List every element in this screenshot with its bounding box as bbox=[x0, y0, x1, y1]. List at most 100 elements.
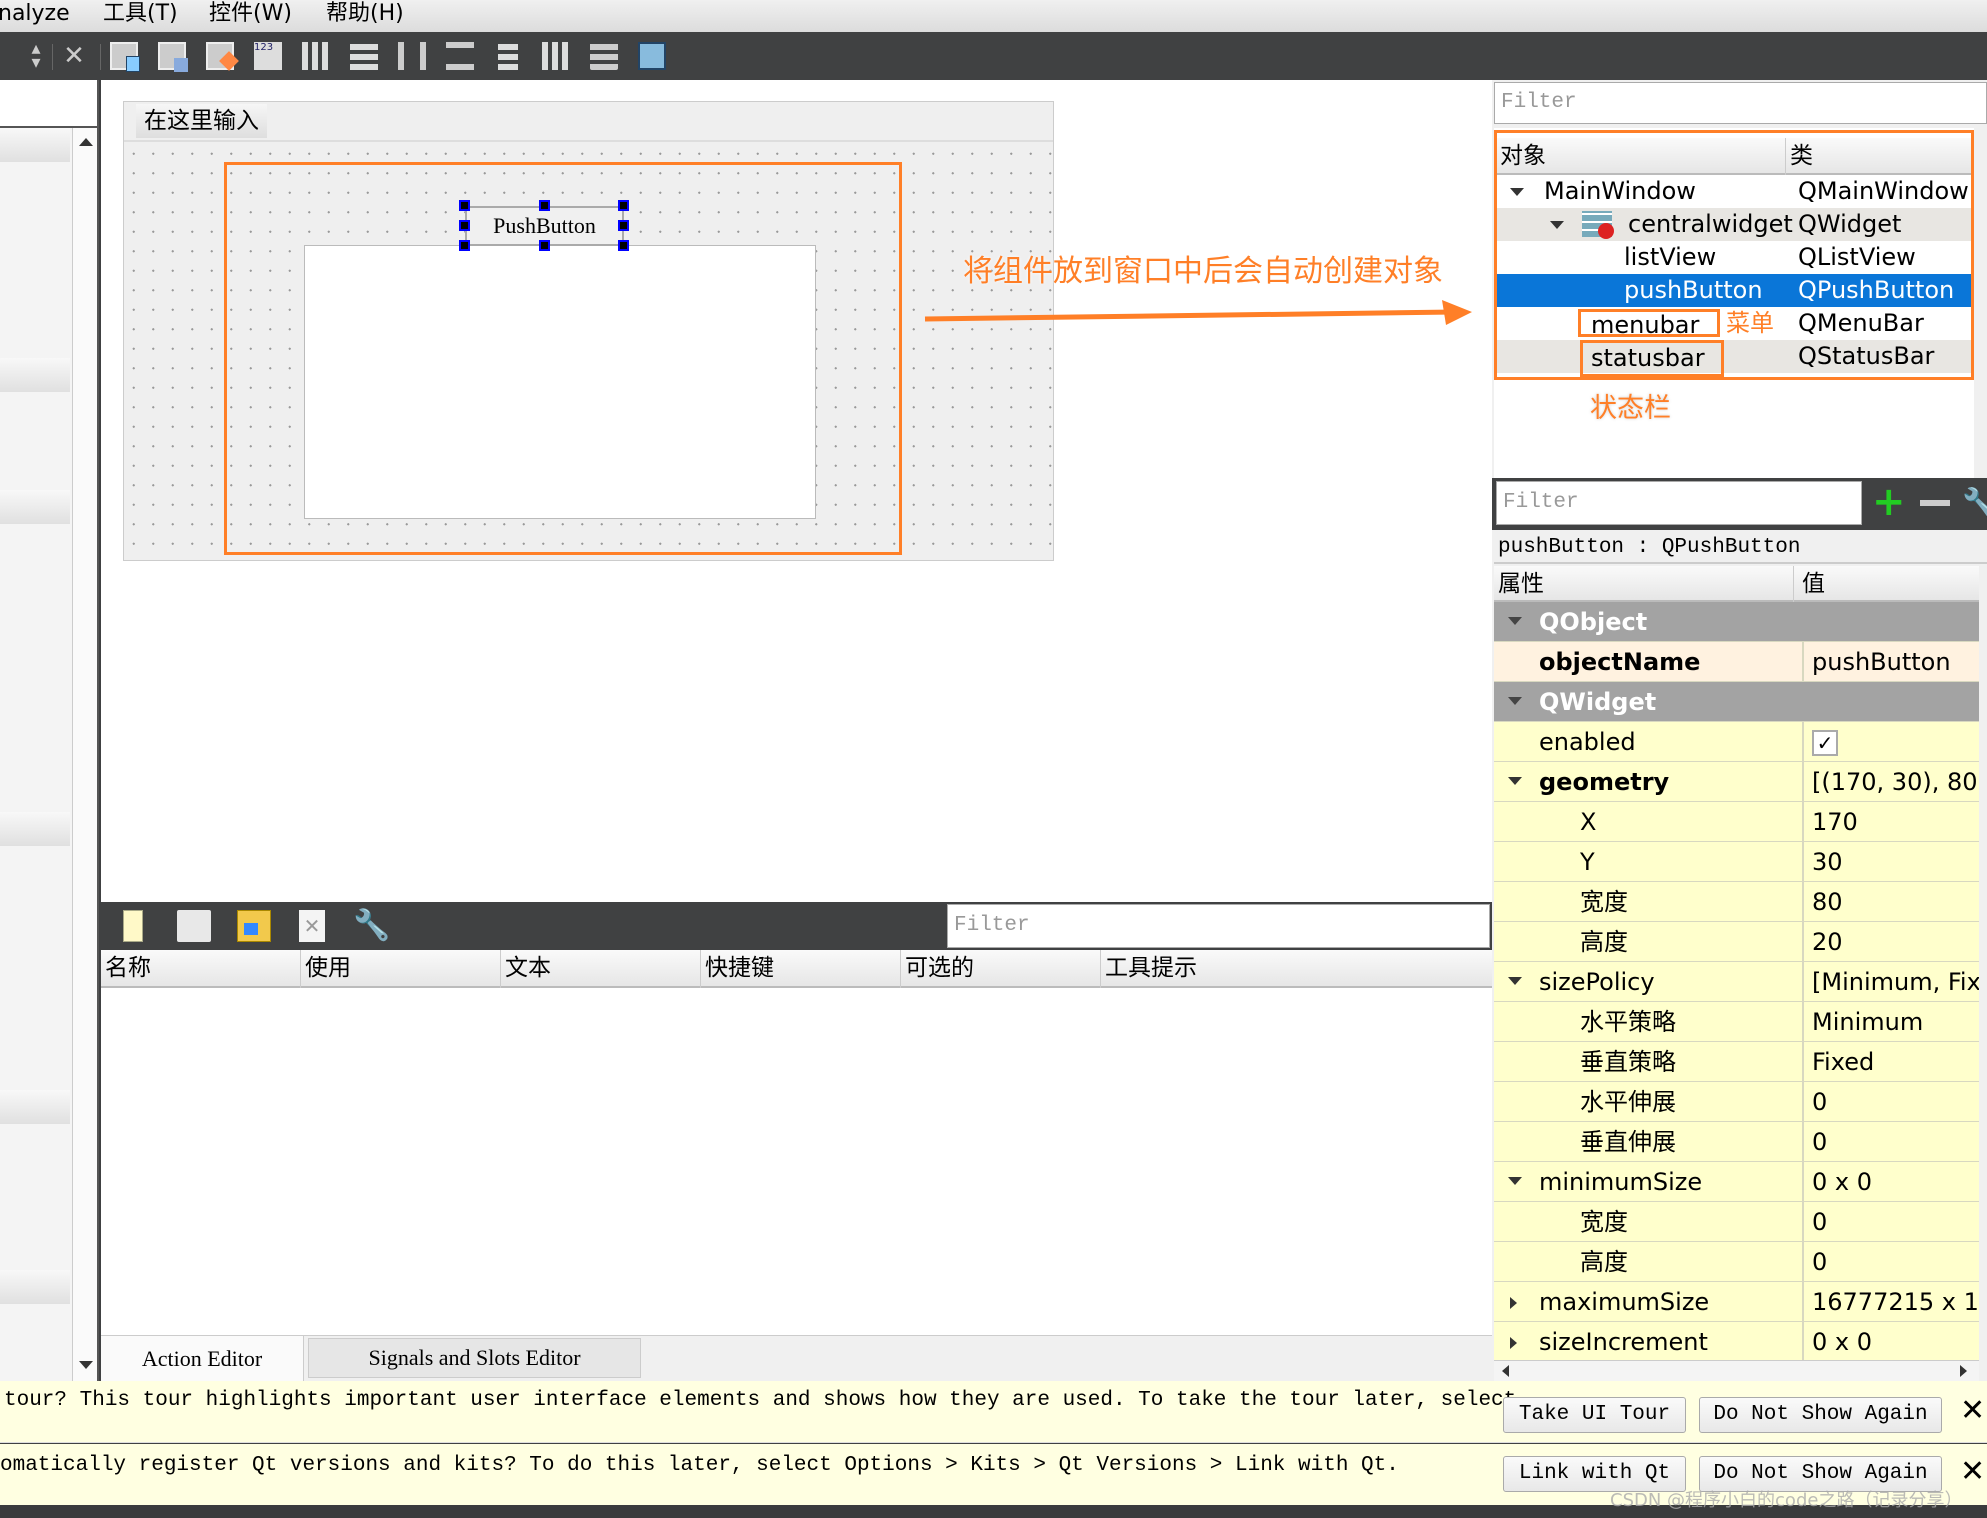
property-row[interactable]: sizePolicy [Minimum, Fix... bbox=[1494, 962, 1979, 1002]
resize-handle[interactable] bbox=[459, 200, 470, 211]
header-value[interactable]: 值 bbox=[1794, 566, 1979, 602]
property-value[interactable]: 16777215 x 16... bbox=[1802, 1282, 1979, 1322]
property-row[interactable]: 垂直策略 Fixed bbox=[1494, 1042, 1979, 1082]
property-value[interactable]: 170 bbox=[1802, 802, 1979, 842]
resize-handle[interactable] bbox=[618, 220, 629, 231]
configure-wrench-icon[interactable]: 🔧 bbox=[353, 908, 390, 944]
layout-v-splitter-icon[interactable] bbox=[446, 42, 474, 70]
property-group-row[interactable]: QObject bbox=[1494, 602, 1979, 642]
menu-analyze[interactable]: nalyze bbox=[0, 0, 70, 28]
layout-vertical-icon[interactable] bbox=[350, 42, 378, 70]
property-filter-input[interactable]: Filter bbox=[1496, 481, 1862, 525]
resize-handle[interactable] bbox=[539, 200, 550, 211]
header-property[interactable]: 属性 bbox=[1494, 566, 1794, 602]
property-row[interactable]: sizeIncrement 0 x 0 bbox=[1494, 1322, 1979, 1362]
break-layout-icon[interactable] bbox=[590, 42, 618, 70]
scroll-right-icon[interactable] bbox=[1960, 1365, 1967, 1377]
take-ui-tour-button[interactable]: Take UI Tour bbox=[1503, 1397, 1686, 1433]
action-filter-input[interactable]: Filter bbox=[947, 904, 1490, 948]
property-value[interactable]: [Minimum, Fix... bbox=[1802, 962, 1979, 1002]
menu-tools[interactable]: 工具(T) bbox=[103, 0, 178, 28]
list-view[interactable] bbox=[304, 245, 816, 519]
remove-property-icon[interactable] bbox=[1920, 500, 1950, 506]
category-header[interactable] bbox=[0, 812, 70, 846]
configure-wrench-icon[interactable]: 🔧 bbox=[1962, 486, 1987, 519]
resize-handle[interactable] bbox=[539, 240, 550, 251]
main-window-form[interactable]: 在这里输入 PushButton bbox=[123, 101, 1054, 561]
add-property-icon[interactable]: + bbox=[1872, 482, 1906, 522]
property-row[interactable]: Y 30 bbox=[1494, 842, 1979, 882]
adjust-size-icon[interactable] bbox=[638, 42, 666, 70]
property-row[interactable]: 高度 0 bbox=[1494, 1242, 1979, 1282]
expand-arrow-icon[interactable] bbox=[1510, 1297, 1517, 1309]
action-list[interactable] bbox=[101, 988, 1492, 1335]
object-filter-input[interactable]: Filter bbox=[1494, 82, 1987, 124]
property-value[interactable]: [(170, 30), 80 x... bbox=[1802, 762, 1979, 802]
property-value[interactable]: Minimum bbox=[1802, 1002, 1979, 1042]
layout-form-icon[interactable] bbox=[498, 42, 518, 70]
scroll-up-icon[interactable] bbox=[79, 138, 93, 146]
close-icon[interactable]: ✕ bbox=[1960, 1393, 1985, 1428]
property-row[interactable]: 水平策略 Minimum bbox=[1494, 1002, 1979, 1042]
edit-signals-slots-icon[interactable] bbox=[158, 42, 188, 72]
expand-arrow-icon[interactable] bbox=[1508, 617, 1522, 625]
layout-horizontal-icon[interactable] bbox=[302, 42, 330, 70]
property-value[interactable]: ✓ bbox=[1802, 722, 1979, 762]
new-action-icon[interactable] bbox=[123, 910, 143, 942]
close-icon[interactable]: ✕ bbox=[1960, 1454, 1985, 1489]
tab-action-editor[interactable]: Action Editor bbox=[101, 1336, 304, 1382]
resize-handle[interactable] bbox=[459, 220, 470, 231]
enabled-checkbox[interactable]: ✓ bbox=[1812, 730, 1838, 756]
column-text[interactable]: 文本 bbox=[501, 950, 701, 988]
category-header[interactable] bbox=[0, 1270, 70, 1304]
property-row[interactable]: 宽度 0 bbox=[1494, 1202, 1979, 1242]
scroll-left-icon[interactable] bbox=[1502, 1365, 1509, 1377]
property-row[interactable]: maximumSize 16777215 x 16... bbox=[1494, 1282, 1979, 1322]
layout-grid-icon[interactable] bbox=[542, 42, 570, 70]
tab-signals-slots-editor[interactable]: Signals and Slots Editor bbox=[308, 1338, 641, 1378]
edit-tab-order-icon[interactable]: 123 bbox=[254, 42, 282, 70]
menu-help[interactable]: 帮助(H) bbox=[326, 0, 404, 28]
property-row[interactable]: 宽度 80 bbox=[1494, 882, 1979, 922]
copy-action-icon[interactable] bbox=[177, 910, 211, 942]
delete-action-icon[interactable]: ✕ bbox=[299, 910, 325, 942]
property-value[interactable]: pushButton bbox=[1802, 642, 1979, 682]
resize-handle[interactable] bbox=[459, 240, 470, 251]
column-tooltip[interactable]: 工具提示 bbox=[1101, 950, 1492, 988]
property-row[interactable]: 水平伸展 0 bbox=[1494, 1082, 1979, 1122]
edit-widgets-icon[interactable] bbox=[110, 42, 140, 72]
column-name[interactable]: 名称 bbox=[101, 950, 301, 988]
property-value[interactable]: 0 bbox=[1802, 1122, 1979, 1162]
column-used[interactable]: 使用 bbox=[301, 950, 501, 988]
expand-arrow-icon[interactable] bbox=[1508, 697, 1522, 705]
property-value[interactable]: Fixed bbox=[1802, 1042, 1979, 1082]
category-header[interactable] bbox=[0, 490, 70, 524]
property-horizontal-scrollbar[interactable] bbox=[1494, 1360, 1979, 1381]
category-header[interactable] bbox=[0, 358, 70, 392]
edit-buddies-icon[interactable] bbox=[206, 42, 239, 71]
property-row[interactable]: enabled ✓ bbox=[1494, 722, 1979, 762]
category-header[interactable] bbox=[0, 1090, 70, 1124]
property-value[interactable]: 0 x 0 bbox=[1802, 1322, 1979, 1362]
expand-arrow-icon[interactable] bbox=[1508, 777, 1522, 785]
property-row[interactable]: objectName pushButton bbox=[1494, 642, 1979, 682]
column-shortcut[interactable]: 快捷键 bbox=[701, 950, 901, 988]
property-value[interactable]: 0 bbox=[1802, 1242, 1979, 1282]
expand-arrow-icon[interactable] bbox=[1508, 1177, 1522, 1185]
paste-action-icon[interactable] bbox=[237, 910, 271, 942]
scroll-down-icon[interactable] bbox=[79, 1361, 93, 1369]
do-not-show-again-button[interactable]: Do Not Show Again bbox=[1699, 1397, 1942, 1433]
property-value[interactable]: 30 bbox=[1802, 842, 1979, 882]
property-row[interactable]: X 170 bbox=[1494, 802, 1979, 842]
property-group-row[interactable]: QWidget bbox=[1494, 682, 1979, 722]
property-value[interactable]: 0 bbox=[1802, 1202, 1979, 1242]
expand-arrow-icon[interactable] bbox=[1510, 1337, 1517, 1349]
column-checkable[interactable]: 可选的 bbox=[901, 950, 1101, 988]
property-value[interactable]: 20 bbox=[1802, 922, 1979, 962]
menu-placeholder[interactable]: 在这里输入 bbox=[136, 104, 267, 138]
property-value[interactable]: 0 bbox=[1802, 1082, 1979, 1122]
resize-handle[interactable] bbox=[618, 240, 629, 251]
expand-arrow-icon[interactable] bbox=[1508, 977, 1522, 985]
category-header[interactable] bbox=[0, 128, 70, 162]
layout-h-splitter-icon[interactable] bbox=[398, 42, 426, 70]
